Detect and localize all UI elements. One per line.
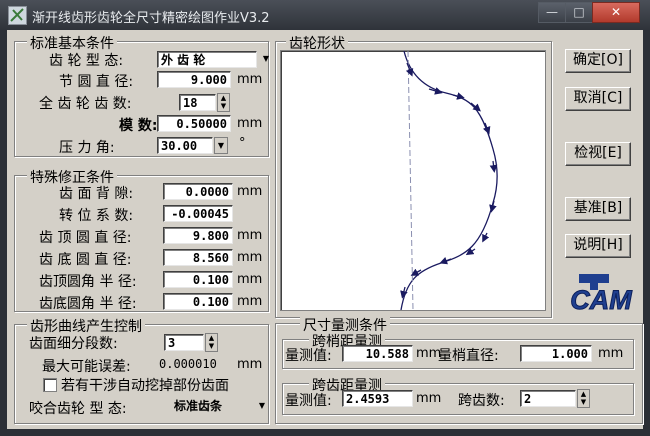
- span-measure-group: 跨齿距量测 量测值: 2.4593 mm 跨齿数: 2 ▲ ▼: [282, 375, 634, 415]
- tip-diameter-label: 齿 顶 圆 直 径:: [39, 230, 132, 246]
- shift-coefficient-input[interactable]: -0.00045: [163, 205, 233, 222]
- pitch-diameter-input[interactable]: 9.000: [157, 71, 231, 88]
- window-title: 渐开线齿形齿轮全尺寸精密绘图作业V3.2: [32, 11, 270, 26]
- standard-conditions-group: 标准基本条件 齿 轮 型 态: 外 齿 轮 ▼ 节 圆 直 径: 9.000 m…: [14, 33, 269, 157]
- module-input[interactable]: 0.50000: [157, 115, 231, 132]
- ok-button[interactable]: 确定[O]: [565, 49, 631, 73]
- spin-updown-icon[interactable]: ▲ ▼: [205, 333, 218, 352]
- chevron-down-icon[interactable]: ▼: [214, 137, 228, 154]
- pin-value-label: 量测值:: [285, 348, 332, 364]
- pin-measure-group: 跨梢距量测 量测值: 10.588 mm 量梢直径: 1.000 mm: [282, 331, 634, 369]
- gear-shape-canvas: [280, 50, 546, 311]
- mating-gear-label: 咬合齿轮 型 态:: [29, 401, 127, 417]
- segments-label: 齿面细分段数:: [29, 336, 118, 352]
- app-icon: [8, 6, 27, 25]
- tip-diameter-unit: mm: [237, 228, 263, 243]
- teeth-count-input[interactable]: 18: [179, 94, 216, 111]
- minimize-button[interactable]: —: [538, 2, 566, 23]
- view-button[interactable]: 检视[E]: [565, 142, 631, 166]
- correction-conditions-group: 特殊修正条件 齿 面 背 隙: 0.0000 mm 转 位 系 数: -0.00…: [14, 167, 269, 312]
- module-unit: mm: [237, 116, 263, 131]
- segments-input[interactable]: 3: [164, 334, 204, 351]
- cam-logo-icon: CAM: [565, 273, 637, 316]
- pressure-angle-label: 压 力 角:: [59, 140, 115, 156]
- pin-diameter-input[interactable]: 1.000: [520, 345, 592, 362]
- interference-checkbox[interactable]: [43, 378, 57, 392]
- maximize-button[interactable]: □: [565, 2, 593, 23]
- max-error-label: 最大可能误差:: [42, 359, 131, 375]
- gear-profile-drawing: [400, 50, 498, 311]
- base-button[interactable]: 基准[B]: [565, 197, 631, 221]
- pin-diameter-unit: mm: [598, 346, 624, 361]
- span-value-label: 量测值:: [285, 393, 332, 409]
- pitch-diameter-unit: mm: [237, 72, 263, 87]
- pin-diameter-label: 量梢直径:: [438, 348, 499, 364]
- cam-logo-text: CAM: [570, 285, 632, 313]
- cancel-button[interactable]: 取消[C]: [565, 87, 631, 111]
- root-diameter-label: 齿 底 圆 直 径:: [39, 252, 132, 268]
- backlash-unit: mm: [237, 184, 263, 199]
- help-button[interactable]: 说明[H]: [565, 234, 631, 258]
- title-bar: 渐开线齿形齿轮全尺寸精密绘图作业V3.2 — □ ✕: [0, 0, 650, 30]
- close-button[interactable]: ✕: [592, 2, 640, 23]
- measurement-group: 尺寸量测条件 跨梢距量测 量测值: 10.588 mm 量梢直径: 1.000 …: [275, 315, 643, 424]
- spin-updown-icon[interactable]: ▲ ▼: [217, 93, 230, 112]
- interference-label: 若有干涉自动挖掉部份齿面: [61, 378, 229, 394]
- pressure-angle-select[interactable]: 30.00: [157, 137, 213, 154]
- span-teeth-input[interactable]: 2: [520, 390, 576, 407]
- pin-value-input[interactable]: 10.588: [342, 345, 413, 362]
- max-error-unit: mm: [237, 357, 263, 372]
- chevron-down-icon[interactable]: ▼: [255, 398, 269, 415]
- window: 渐开线齿形齿轮全尺寸精密绘图作业V3.2 — □ ✕ 标准基本条件 齿 轮 型 …: [0, 0, 650, 436]
- root-fillet-radius-label: 齿底圆角 半 径:: [39, 296, 137, 312]
- curve-control-group: 齿形曲线产生控制 齿面细分段数: 3 ▲ ▼ 最大可能误差: 0.000010 m…: [14, 316, 269, 424]
- teeth-count-label: 全 齿 轮 齿 数:: [39, 96, 132, 112]
- span-value-input[interactable]: 2.4593: [342, 390, 413, 407]
- gear-type-label: 齿 轮 型 态:: [49, 53, 124, 69]
- tip-diameter-input[interactable]: 9.800: [163, 227, 233, 244]
- shift-coefficient-label: 转 位 系 数:: [59, 208, 134, 224]
- backlash-label: 齿 面 背 隙:: [59, 186, 134, 202]
- spin-updown-icon[interactable]: ▲ ▼: [577, 389, 590, 408]
- tip-fillet-radius-input[interactable]: 0.100: [163, 271, 233, 288]
- pressure-angle-unit: °: [239, 136, 246, 151]
- root-diameter-input[interactable]: 8.560: [163, 249, 233, 266]
- root-fillet-radius-input[interactable]: 0.100: [163, 293, 233, 310]
- chevron-down-icon[interactable]: ▼: [259, 51, 273, 68]
- mating-gear-select[interactable]: 标准齿条: [171, 398, 257, 415]
- span-teeth-label: 跨齿数:: [458, 393, 505, 409]
- backlash-input[interactable]: 0.0000: [163, 183, 233, 200]
- root-fillet-radius-unit: mm: [237, 294, 263, 309]
- gear-type-select[interactable]: 外 齿 轮: [157, 51, 257, 68]
- tip-fillet-radius-label: 齿顶圆角 半 径:: [39, 274, 137, 290]
- tip-fillet-radius-unit: mm: [237, 272, 263, 287]
- max-error-value: 0.000010: [159, 357, 217, 371]
- span-value-unit: mm: [416, 391, 442, 406]
- pitch-diameter-label: 节 圆 直 径:: [59, 74, 134, 90]
- dialog-client: 标准基本条件 齿 轮 型 态: 外 齿 轮 ▼ 节 圆 直 径: 9.000 m…: [7, 30, 643, 429]
- root-diameter-unit: mm: [237, 250, 263, 265]
- module-label: 模 数:: [119, 118, 158, 134]
